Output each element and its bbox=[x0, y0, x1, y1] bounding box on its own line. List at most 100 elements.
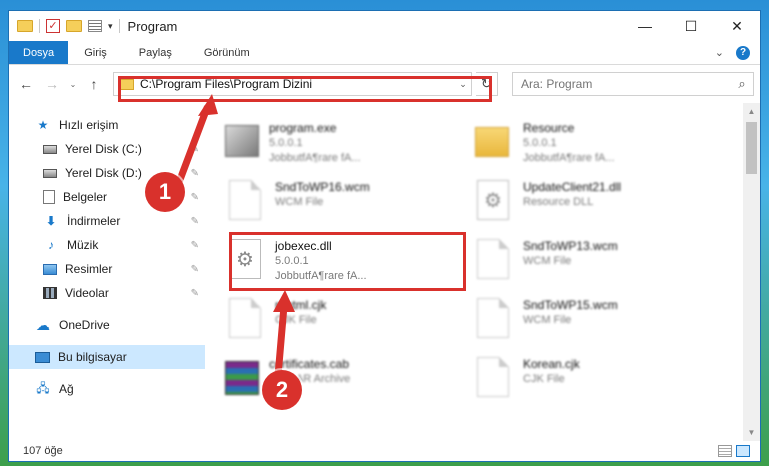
videos-icon bbox=[43, 287, 57, 299]
file-tile[interactable]: Resource 5.0.0.1 JobbutfA¶rare fA... bbox=[473, 117, 721, 176]
sidebar-item-downloads[interactable]: ⬇ İndirmeler ✎ bbox=[9, 209, 205, 233]
sidebar-item-label: Resimler bbox=[65, 262, 113, 276]
address-dropdown-icon[interactable]: ⌄ bbox=[455, 79, 471, 90]
back-button[interactable]: ← bbox=[15, 73, 37, 95]
main-content: ★ Hızlı erişim Yerel Disk (C:) ✎ Yerel D… bbox=[9, 103, 760, 441]
sidebar-item-label: Bu bilgisayar bbox=[58, 350, 127, 364]
file-meta: 5.0.0.1 bbox=[269, 137, 303, 149]
search-input[interactable] bbox=[521, 77, 731, 91]
search-box[interactable]: ⌕ bbox=[512, 72, 754, 96]
quick-access-toolbar: ✓ ▾ bbox=[17, 19, 120, 33]
scroll-down-icon[interactable]: ▼ bbox=[743, 424, 760, 441]
customize-icon[interactable] bbox=[88, 20, 102, 32]
new-folder-icon[interactable] bbox=[66, 20, 82, 32]
file-meta: CJK File bbox=[523, 373, 565, 385]
search-icon[interactable]: ⌕ bbox=[731, 76, 753, 92]
file-description: JobbutfA¶rare fA... bbox=[523, 152, 615, 164]
sidebar-item-onedrive[interactable]: ☁ OneDrive bbox=[9, 313, 205, 337]
tab-share[interactable]: Paylaş bbox=[123, 41, 188, 64]
folder-icon bbox=[475, 127, 509, 157]
document-icon bbox=[43, 190, 55, 204]
archive-icon bbox=[225, 361, 259, 395]
star-icon: ★ bbox=[37, 118, 49, 132]
status-bar: 107 öğe bbox=[9, 441, 760, 461]
vertical-scrollbar[interactable]: ▲ ▼ bbox=[743, 103, 760, 441]
sidebar-item-disk-c[interactable]: Yerel Disk (C:) ✎ bbox=[9, 137, 205, 161]
separator bbox=[39, 19, 40, 33]
file-tile[interactable]: ⚙ jobexec.dll 5.0.0.1 JobbutfA¶rare fA... bbox=[225, 235, 473, 294]
file-meta: WCM File bbox=[275, 196, 324, 208]
ribbon-expand-icon[interactable]: ⌄ bbox=[715, 46, 724, 59]
forward-button[interactable]: → bbox=[41, 73, 63, 95]
pin-icon[interactable]: ✎ bbox=[191, 240, 199, 251]
file-tile[interactable]: SndToWP13.wcm WCM File bbox=[473, 235, 721, 294]
item-count: 107 öğe bbox=[23, 445, 63, 457]
file-tile[interactable]: rtfhtml.cjk CJK File bbox=[225, 294, 473, 353]
file-tile[interactable]: ⚙ UpdateClient21.dll Resource DLL bbox=[473, 176, 721, 235]
dll-gear-icon: ⚙ bbox=[229, 239, 261, 279]
up-button[interactable]: ↑ bbox=[83, 73, 105, 95]
refresh-button[interactable]: ↻ bbox=[476, 72, 498, 96]
file-name: UpdateClient21.dll bbox=[523, 180, 622, 194]
file-icon bbox=[477, 298, 509, 338]
ribbon-tabs: Dosya Giriş Paylaş Görünüm ⌄ ? bbox=[9, 41, 760, 65]
title-bar: ✓ ▾ Program — ☐ ✕ bbox=[9, 11, 760, 41]
file-meta: 5.0.0.1 bbox=[523, 137, 557, 149]
file-name: jobexec.dll bbox=[275, 239, 332, 253]
step-marker-two: 2 bbox=[262, 370, 302, 410]
file-tile[interactable]: SndToWP16.wcm WCM File bbox=[225, 176, 473, 235]
file-tile[interactable]: SndToWP15.wcm WCM File bbox=[473, 294, 721, 353]
pin-icon[interactable]: ✎ bbox=[191, 264, 199, 275]
tab-home[interactable]: Giriş bbox=[68, 41, 123, 64]
pin-icon[interactable]: ✎ bbox=[191, 288, 199, 299]
sidebar-item-network[interactable]: 🖧 Ağ bbox=[9, 377, 205, 401]
tab-file[interactable]: Dosya bbox=[9, 41, 69, 64]
scroll-up-icon[interactable]: ▲ bbox=[743, 103, 760, 120]
network-icon: 🖧 bbox=[36, 380, 50, 395]
tiles-view-icon[interactable] bbox=[736, 445, 750, 457]
help-icon[interactable]: ? bbox=[736, 45, 750, 60]
dll-gear-icon: ⚙ bbox=[477, 180, 509, 220]
sidebar-item-music[interactable]: ♪ Müzik ✎ bbox=[9, 233, 205, 257]
sidebar-item-videos[interactable]: Videolar ✎ bbox=[9, 281, 205, 305]
file-name: rtfhtml.cjk bbox=[275, 298, 327, 312]
sidebar-item-label: Belgeler bbox=[63, 190, 108, 204]
sidebar-item-pictures[interactable]: Resimler ✎ bbox=[9, 257, 205, 281]
maximize-button[interactable]: ☐ bbox=[668, 11, 714, 41]
pictures-icon bbox=[43, 263, 57, 275]
separator bbox=[118, 19, 120, 33]
file-name: Korean.cjk bbox=[523, 357, 580, 371]
file-tile[interactable]: program.exe 5.0.0.1 JobbutfA¶rare fA... bbox=[225, 117, 473, 176]
pin-icon[interactable]: ✎ bbox=[191, 144, 199, 155]
sidebar-item-label: Videolar bbox=[65, 286, 109, 300]
file-icon bbox=[477, 357, 509, 397]
file-name: SndToWP15.wcm bbox=[523, 298, 618, 312]
address-path[interactable]: C:\Program Files\Program Dizini bbox=[140, 77, 455, 91]
file-tile[interactable]: Korean.cjk CJK File bbox=[473, 353, 721, 412]
download-icon: ⬇ bbox=[45, 214, 57, 228]
file-icon bbox=[229, 298, 261, 338]
scroll-thumb[interactable] bbox=[746, 122, 757, 174]
sidebar-item-label: Ağ bbox=[59, 382, 74, 396]
sidebar-item-quick-access[interactable]: ★ Hızlı erişim bbox=[9, 113, 205, 137]
pin-icon[interactable]: ✎ bbox=[191, 192, 199, 203]
properties-check-icon[interactable]: ✓ bbox=[46, 19, 60, 33]
sidebar-item-this-pc[interactable]: Bu bilgisayar bbox=[9, 345, 205, 369]
sidebar-item-label: İndirmeler bbox=[67, 214, 121, 228]
step-marker-one: 1 bbox=[145, 172, 185, 212]
pin-icon[interactable]: ✎ bbox=[191, 216, 199, 227]
recent-locations-button[interactable]: ⌄ bbox=[67, 73, 79, 95]
pin-icon[interactable]: ✎ bbox=[191, 168, 199, 179]
disk-icon bbox=[43, 168, 57, 178]
music-icon: ♪ bbox=[48, 238, 54, 252]
details-view-icon[interactable] bbox=[718, 445, 732, 457]
file-meta: WCM File bbox=[523, 255, 572, 267]
disk-icon bbox=[43, 144, 57, 154]
file-meta: Resource DLL bbox=[523, 196, 594, 208]
close-button[interactable]: ✕ bbox=[714, 11, 760, 41]
minimize-button[interactable]: — bbox=[622, 11, 668, 41]
file-meta: 5.0.0.1 bbox=[275, 255, 309, 267]
tab-view[interactable]: Görünüm bbox=[188, 41, 266, 64]
qat-dropdown-icon[interactable]: ▾ bbox=[108, 21, 113, 32]
address-bar[interactable]: C:\Program Files\Program Dizini ⌄ bbox=[113, 72, 472, 96]
